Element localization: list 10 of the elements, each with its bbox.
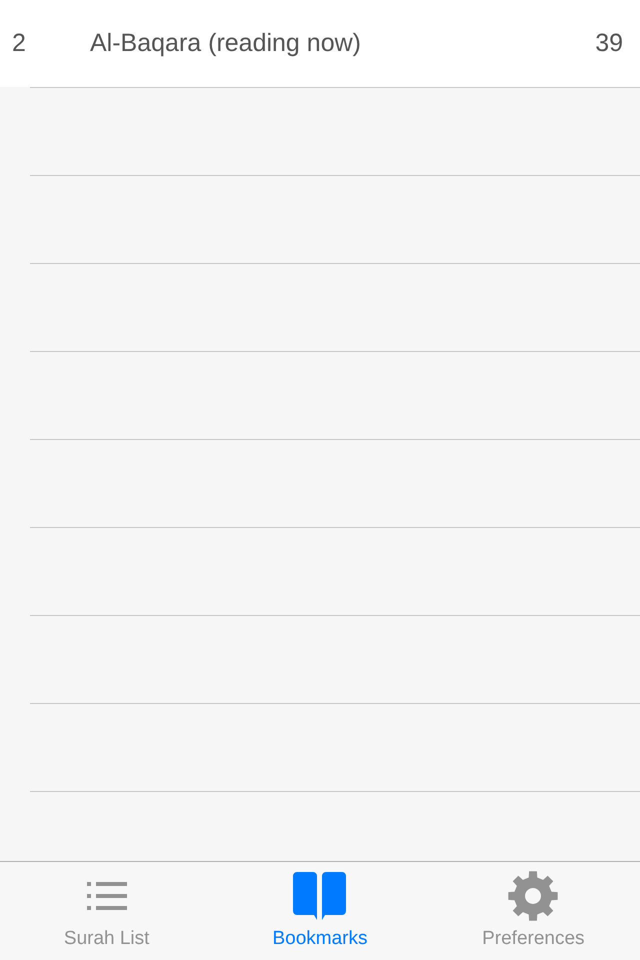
surah-title: Al-Baqara (reading now) [90, 29, 362, 58]
tab-button[interactable]: Bookmarks [213, 862, 427, 960]
bookmark-count: 39 [595, 29, 624, 58]
surah-number: 2 [11, 29, 27, 58]
tab-button[interactable]: Preferences [426, 862, 640, 960]
bookmark-row[interactable]: 2 Al-Baqara (reading now) 39 [0, 0, 640, 87]
tab-button[interactable]: Surah List [0, 862, 214, 960]
book-icon [292, 872, 348, 920]
settings-icon [508, 871, 558, 921]
list-icon [86, 882, 127, 910]
